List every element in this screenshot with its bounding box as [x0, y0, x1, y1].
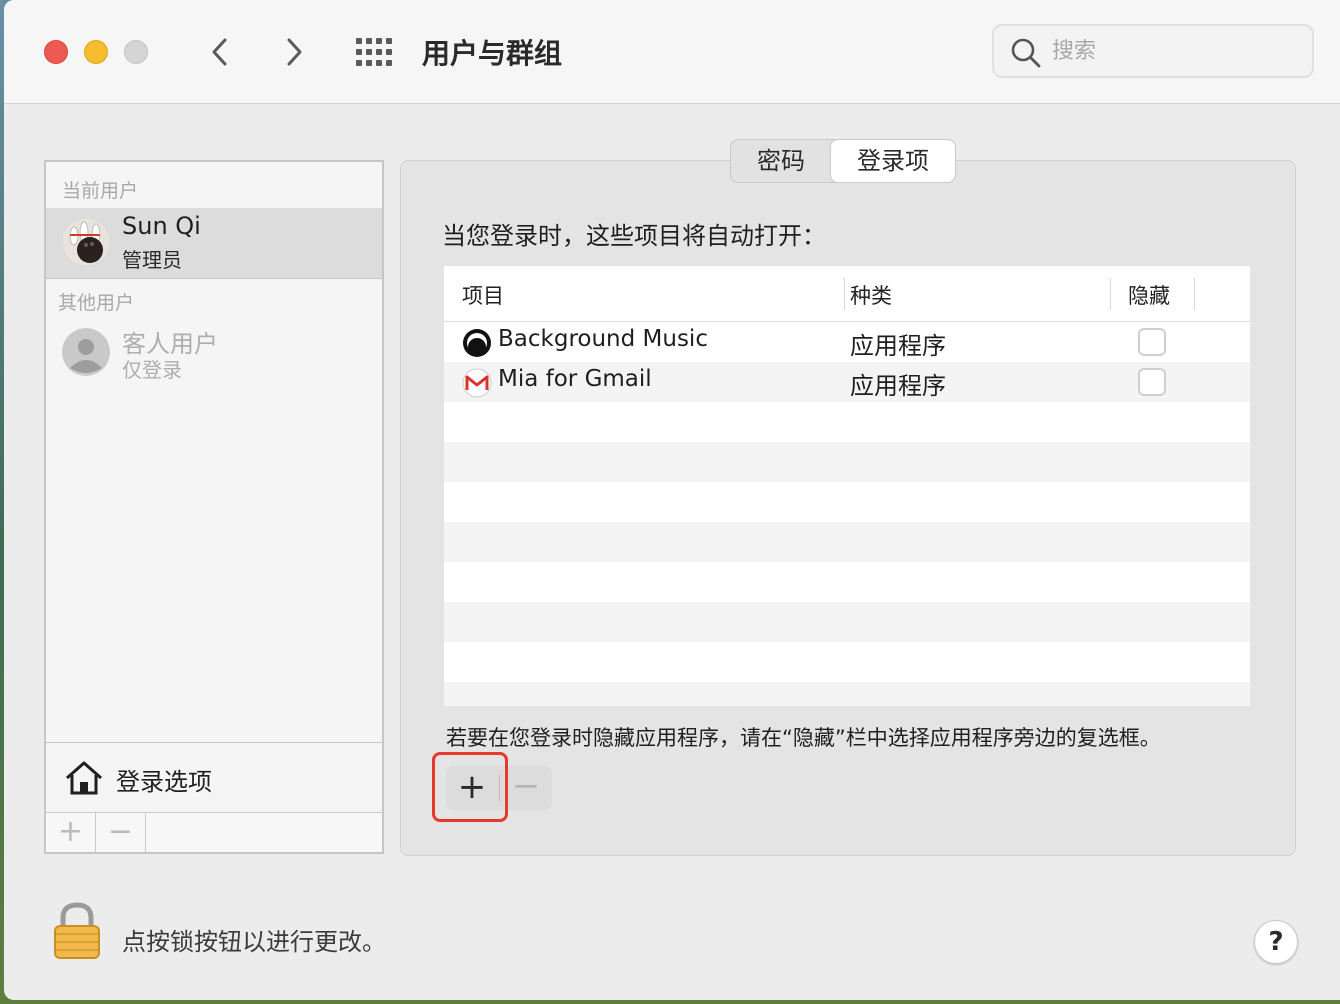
guest-avatar — [62, 328, 110, 376]
remove-user-button[interactable]: − — [96, 813, 146, 853]
tab-password[interactable]: 密码 — [731, 140, 831, 182]
empty-row — [444, 602, 1250, 642]
login-options-item[interactable]: 登录选项 — [46, 744, 382, 812]
zoom-window-button[interactable] — [124, 40, 148, 64]
user-row-guest[interactable]: 客人用户 仅登录 — [46, 318, 382, 388]
column-separator — [844, 278, 845, 310]
column-header-item[interactable]: 项目 — [462, 280, 504, 310]
background-music-icon — [463, 329, 491, 357]
empty-row — [444, 522, 1250, 562]
help-button[interactable]: ? — [1254, 920, 1298, 964]
search-input[interactable] — [1052, 36, 1302, 66]
current-users-label: 当前用户 — [62, 180, 139, 202]
close-window-button[interactable] — [44, 40, 68, 64]
empty-row — [444, 642, 1250, 682]
window-title: 用户与群组 — [422, 37, 563, 70]
tab-bar: 密码 登录项 — [730, 139, 956, 183]
show-all-button[interactable] — [354, 34, 394, 70]
add-user-button[interactable]: + — [46, 813, 96, 853]
login-items-table: 项目 种类 隐藏 Background Music 应用程序 Mia for G… — [444, 266, 1250, 706]
users-sidebar: 当前用户 Sun Qi 管理员 其他用户 客人用户 仅登录 登录选项 + − — [44, 160, 384, 854]
column-separator — [1110, 278, 1111, 310]
login-items-intro: 当您登录时，这些项目将自动打开： — [442, 222, 826, 250]
table-row[interactable]: Mia for Gmail 应用程序 — [444, 362, 1250, 402]
grid-icon — [356, 38, 392, 66]
avatar — [62, 218, 110, 266]
empty-row — [444, 482, 1250, 522]
chevron-right-icon — [287, 38, 302, 66]
login-options-label: 登录选项 — [116, 768, 212, 796]
tab-login-items[interactable]: 登录项 — [831, 140, 955, 182]
divider — [46, 278, 382, 279]
lock-status-text: 点按锁按钮以进行更改。 — [122, 928, 386, 956]
sidebar-toolbar: + − — [46, 812, 382, 853]
table-header: 项目 种类 隐藏 — [444, 266, 1250, 322]
guest-user-role: 仅登录 — [122, 358, 182, 382]
user-role: 管理员 — [122, 248, 182, 272]
divider — [46, 742, 382, 743]
item-kind: 应用程序 — [850, 372, 946, 400]
item-name: Background Music — [498, 326, 708, 352]
highlight-annotation — [432, 752, 508, 822]
item-kind: 应用程序 — [850, 332, 946, 360]
empty-row — [444, 682, 1250, 706]
forward-button[interactable] — [274, 32, 314, 72]
other-users-label: 其他用户 — [58, 292, 135, 314]
search-icon — [1011, 38, 1041, 68]
table-row[interactable]: Background Music 应用程序 — [444, 322, 1250, 362]
user-row-sun-qi[interactable]: Sun Qi 管理员 — [46, 208, 382, 278]
column-header-hide[interactable]: 隐藏 — [1128, 280, 1170, 310]
column-separator — [1194, 278, 1195, 310]
empty-row — [444, 402, 1250, 442]
empty-row — [444, 442, 1250, 482]
chevron-left-icon — [212, 38, 227, 66]
back-button[interactable] — [200, 32, 240, 72]
search-field[interactable] — [992, 24, 1314, 78]
minimize-window-button[interactable] — [84, 40, 108, 64]
lock-icon[interactable] — [52, 902, 102, 960]
item-name: Mia for Gmail — [498, 366, 652, 392]
hide-checkbox[interactable] — [1138, 368, 1166, 396]
user-name: Sun Qi — [122, 212, 201, 240]
hide-checkbox[interactable] — [1138, 328, 1166, 356]
bowling-avatar-icon — [62, 218, 110, 266]
house-icon — [66, 761, 102, 795]
hide-hint-text: 若要在您登录时隐藏应用程序，请在“隐藏”栏中选择应用程序旁边的复选框。 — [446, 726, 1161, 750]
column-header-kind[interactable]: 种类 — [850, 280, 892, 310]
person-icon — [62, 328, 110, 376]
toolbar: 用户与群组 — [4, 0, 1340, 104]
gmail-icon — [462, 368, 492, 398]
empty-row — [444, 562, 1250, 602]
